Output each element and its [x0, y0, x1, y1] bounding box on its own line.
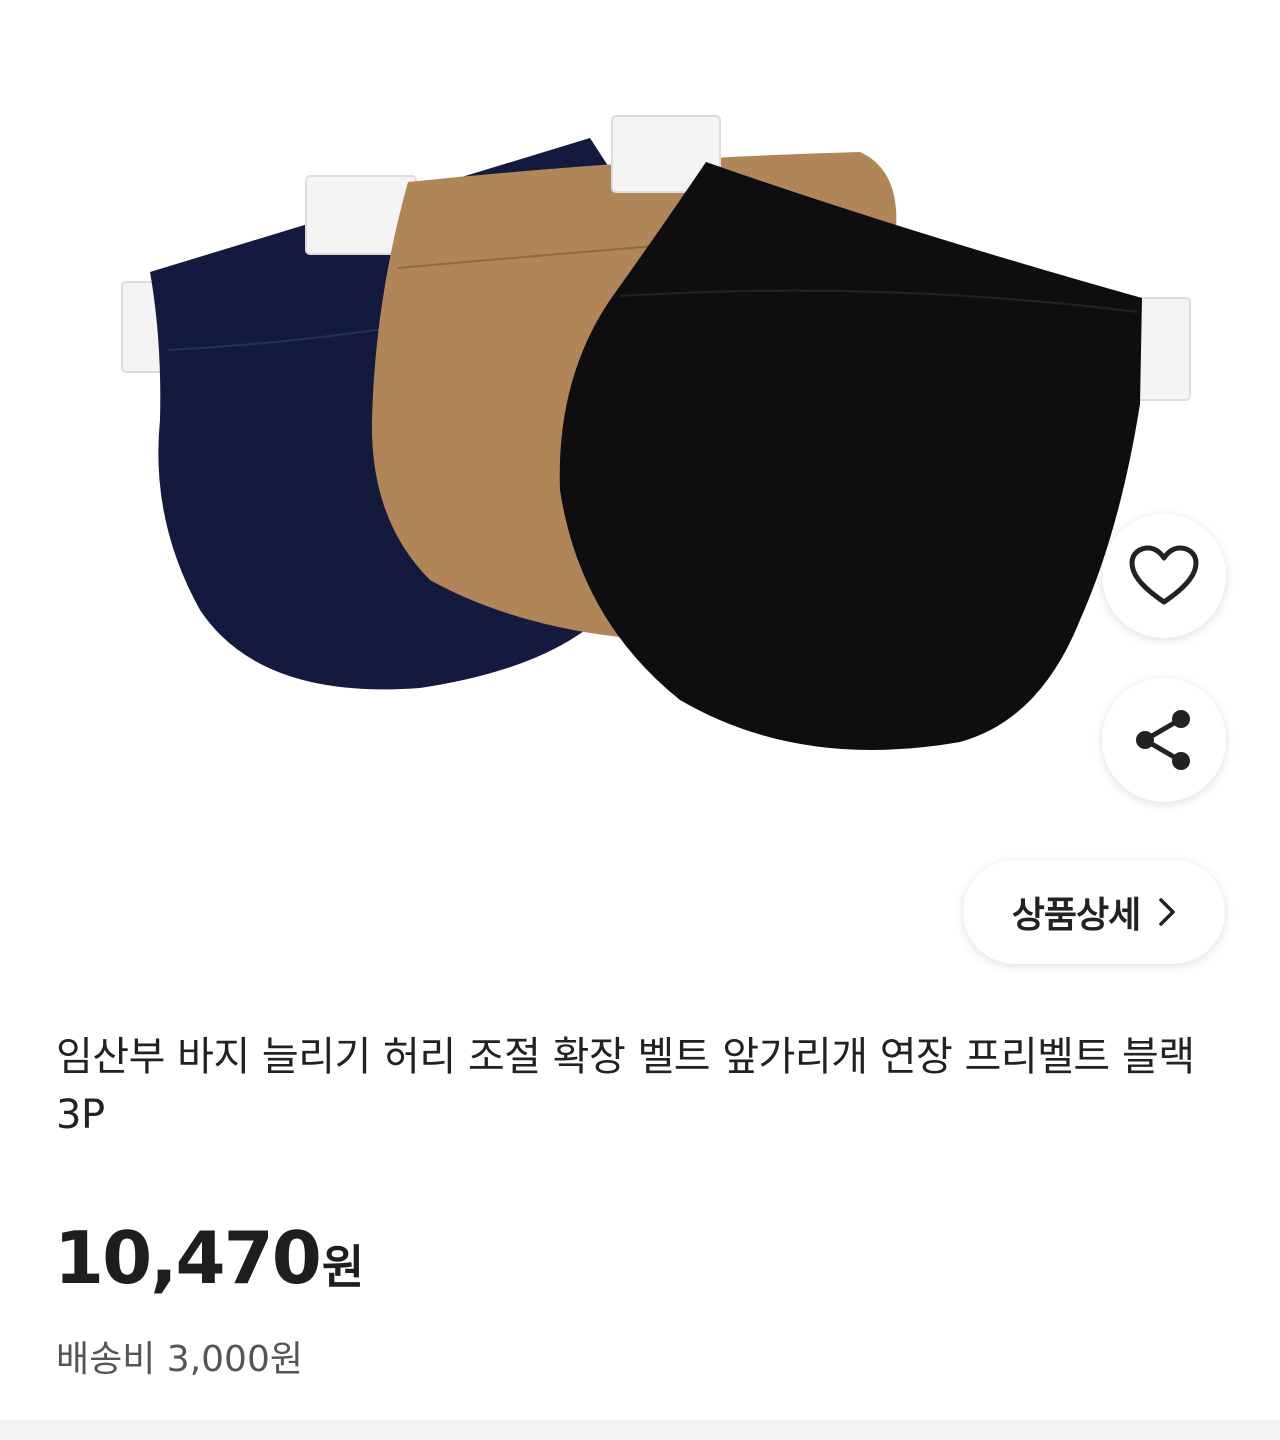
- shipping-fee: 배송비 3,000원: [56, 1339, 303, 1380]
- price-value: 10,470: [54, 1216, 322, 1300]
- heart-icon: [1129, 545, 1199, 605]
- product-image-area[interactable]: 상품상세: [0, 0, 1280, 1022]
- section-divider: [0, 1420, 1280, 1440]
- product-detail-button[interactable]: 상품상세: [963, 860, 1225, 964]
- price-unit: 원: [321, 1240, 365, 1294]
- product-price: 10,470 원: [54, 1216, 364, 1300]
- like-button[interactable]: [1102, 514, 1226, 638]
- share-icon: [1136, 710, 1190, 770]
- product-detail-label: 상품상세: [1011, 895, 1141, 936]
- product-title: 임산부 바지 늘리기 허리 조절 확장 벨트 앞가리개 연장 프리벨트 블랙 3…: [56, 1034, 1195, 1138]
- chevron-right-icon: [1159, 898, 1175, 926]
- share-button[interactable]: [1102, 678, 1226, 802]
